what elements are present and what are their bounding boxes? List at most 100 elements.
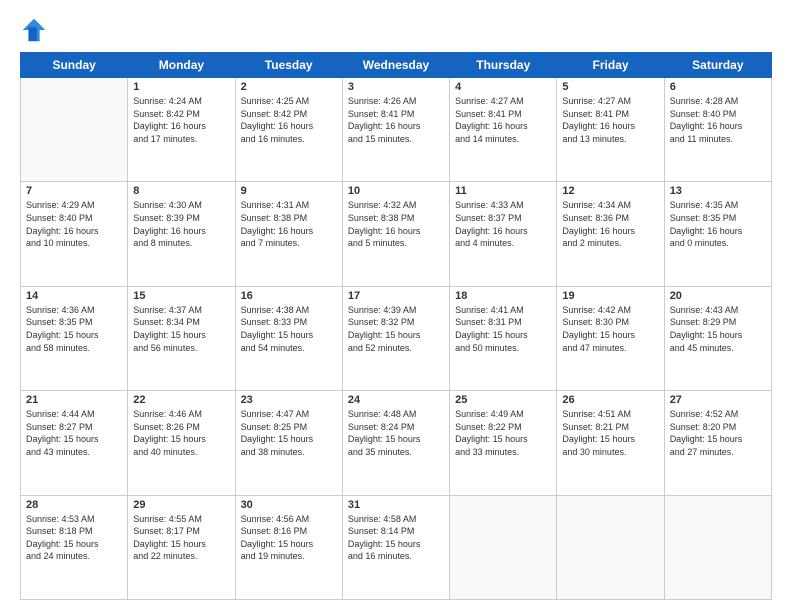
calendar-cell: 22 Sunrise: 4:46 AM Sunset: 8:26 PM Dayli…: [128, 391, 235, 495]
day-number: 18: [455, 290, 551, 302]
day-info: Sunrise: 4:58 AM Sunset: 8:14 PM Dayligh…: [348, 513, 444, 563]
day-info: Sunrise: 4:51 AM Sunset: 8:21 PM Dayligh…: [562, 408, 658, 458]
day-info: Sunrise: 4:33 AM Sunset: 8:37 PM Dayligh…: [455, 199, 551, 249]
day-number: 8: [133, 185, 229, 197]
day-number: 14: [26, 290, 122, 302]
week-row-3: 14Sunrise: 4:36 AM Sunset: 8:35 PM Dayli…: [21, 286, 772, 390]
calendar-cell: 14Sunrise: 4:36 AM Sunset: 8:35 PM Dayli…: [21, 286, 128, 390]
header-row: SundayMondayTuesdayWednesdayThursdayFrid…: [21, 53, 772, 78]
day-info: Sunrise: 4:41 AM Sunset: 8:31 PM Dayligh…: [455, 304, 551, 354]
day-info: Sunrise: 4:26 AM Sunset: 8:41 PM Dayligh…: [348, 95, 444, 145]
day-info: Sunrise: 4:34 AM Sunset: 8:36 PM Dayligh…: [562, 199, 658, 249]
calendar-cell: 13Sunrise: 4:35 AM Sunset: 8:35 PM Dayli…: [664, 182, 771, 286]
day-number: 7: [26, 185, 122, 197]
calendar-cell: 17 Sunrise: 4:39 AM Sunset: 8:32 PM Dayli…: [342, 286, 449, 390]
calendar-cell: 12 Sunrise: 4:34 AM Sunset: 8:36 PM Dayli…: [557, 182, 664, 286]
day-number: 21: [26, 394, 122, 406]
day-number: 25: [455, 394, 551, 406]
calendar-cell: 16 Sunrise: 4:38 AM Sunset: 8:33 PM Dayli…: [235, 286, 342, 390]
day-info: Sunrise: 4:44 AM Sunset: 8:27 PM Dayligh…: [26, 408, 122, 458]
day-number: 28: [26, 499, 122, 511]
calendar-cell: 28 Sunrise: 4:53 AM Sunset: 8:18 PM Dayli…: [21, 495, 128, 599]
calendar-cell: 31 Sunrise: 4:58 AM Sunset: 8:14 PM Dayli…: [342, 495, 449, 599]
calendar-cell: 5 Sunrise: 4:27 AM Sunset: 8:41 PM Daylig…: [557, 78, 664, 182]
day-number: 24: [348, 394, 444, 406]
day-info: Sunrise: 4:55 AM Sunset: 8:17 PM Dayligh…: [133, 513, 229, 563]
header-cell-monday: Monday: [128, 53, 235, 78]
day-number: 16: [241, 290, 337, 302]
day-number: 22: [133, 394, 229, 406]
calendar-cell: 20 Sunrise: 4:43 AM Sunset: 8:29 PM Dayli…: [664, 286, 771, 390]
day-number: 31: [348, 499, 444, 511]
header-cell-wednesday: Wednesday: [342, 53, 449, 78]
day-info: Sunrise: 4:29 AM Sunset: 8:40 PM Dayligh…: [26, 199, 122, 249]
calendar-cell: 30 Sunrise: 4:56 AM Sunset: 8:16 PM Dayli…: [235, 495, 342, 599]
calendar: SundayMondayTuesdayWednesdayThursdayFrid…: [20, 52, 772, 600]
day-number: 4: [455, 81, 551, 93]
day-number: 5: [562, 81, 658, 93]
calendar-cell: 21 Sunrise: 4:44 AM Sunset: 8:27 PM Dayli…: [21, 391, 128, 495]
day-info: Sunrise: 4:39 AM Sunset: 8:32 PM Dayligh…: [348, 304, 444, 354]
day-number: 2: [241, 81, 337, 93]
calendar-cell: [557, 495, 664, 599]
day-info: Sunrise: 4:28 AM Sunset: 8:40 PM Dayligh…: [670, 95, 766, 145]
calendar-cell: 2Sunrise: 4:25 AM Sunset: 8:42 PM Daylig…: [235, 78, 342, 182]
calendar-cell: 23 Sunrise: 4:47 AM Sunset: 8:25 PM Dayli…: [235, 391, 342, 495]
calendar-cell: [21, 78, 128, 182]
day-number: 9: [241, 185, 337, 197]
day-number: 11: [455, 185, 551, 197]
day-info: Sunrise: 4:56 AM Sunset: 8:16 PM Dayligh…: [241, 513, 337, 563]
day-info: Sunrise: 4:27 AM Sunset: 8:41 PM Dayligh…: [562, 95, 658, 145]
calendar-cell: 29 Sunrise: 4:55 AM Sunset: 8:17 PM Dayli…: [128, 495, 235, 599]
day-info: Sunrise: 4:31 AM Sunset: 8:38 PM Dayligh…: [241, 199, 337, 249]
calendar-cell: 3 Sunrise: 4:26 AM Sunset: 8:41 PM Daylig…: [342, 78, 449, 182]
day-number: 3: [348, 81, 444, 93]
day-number: 12: [562, 185, 658, 197]
calendar-cell: 15 Sunrise: 4:37 AM Sunset: 8:34 PM Dayli…: [128, 286, 235, 390]
day-info: Sunrise: 4:35 AM Sunset: 8:35 PM Dayligh…: [670, 199, 766, 249]
week-row-2: 7 Sunrise: 4:29 AM Sunset: 8:40 PM Daylig…: [21, 182, 772, 286]
day-number: 29: [133, 499, 229, 511]
week-row-5: 28 Sunrise: 4:53 AM Sunset: 8:18 PM Dayli…: [21, 495, 772, 599]
day-info: Sunrise: 4:42 AM Sunset: 8:30 PM Dayligh…: [562, 304, 658, 354]
day-info: Sunrise: 4:27 AM Sunset: 8:41 PM Dayligh…: [455, 95, 551, 145]
day-number: 17: [348, 290, 444, 302]
day-info: Sunrise: 4:38 AM Sunset: 8:33 PM Dayligh…: [241, 304, 337, 354]
calendar-cell: 19Sunrise: 4:42 AM Sunset: 8:30 PM Dayli…: [557, 286, 664, 390]
calendar-cell: 9 Sunrise: 4:31 AM Sunset: 8:38 PM Daylig…: [235, 182, 342, 286]
calendar-cell: 6Sunrise: 4:28 AM Sunset: 8:40 PM Daylig…: [664, 78, 771, 182]
calendar-cell: 1Sunrise: 4:24 AM Sunset: 8:42 PM Daylig…: [128, 78, 235, 182]
day-info: Sunrise: 4:49 AM Sunset: 8:22 PM Dayligh…: [455, 408, 551, 458]
day-number: 23: [241, 394, 337, 406]
day-number: 1: [133, 81, 229, 93]
day-info: Sunrise: 4:43 AM Sunset: 8:29 PM Dayligh…: [670, 304, 766, 354]
header-cell-sunday: Sunday: [21, 53, 128, 78]
header: [20, 16, 772, 44]
calendar-cell: 26 Sunrise: 4:51 AM Sunset: 8:21 PM Dayli…: [557, 391, 664, 495]
week-row-4: 21 Sunrise: 4:44 AM Sunset: 8:27 PM Dayli…: [21, 391, 772, 495]
day-number: 15: [133, 290, 229, 302]
day-info: Sunrise: 4:47 AM Sunset: 8:25 PM Dayligh…: [241, 408, 337, 458]
day-number: 26: [562, 394, 658, 406]
calendar-cell: 10Sunrise: 4:32 AM Sunset: 8:38 PM Dayli…: [342, 182, 449, 286]
calendar-cell: 4 Sunrise: 4:27 AM Sunset: 8:41 PM Daylig…: [450, 78, 557, 182]
calendar-cell: 11 Sunrise: 4:33 AM Sunset: 8:37 PM Dayli…: [450, 182, 557, 286]
header-cell-tuesday: Tuesday: [235, 53, 342, 78]
week-row-1: 1Sunrise: 4:24 AM Sunset: 8:42 PM Daylig…: [21, 78, 772, 182]
day-info: Sunrise: 4:53 AM Sunset: 8:18 PM Dayligh…: [26, 513, 122, 563]
calendar-cell: 7 Sunrise: 4:29 AM Sunset: 8:40 PM Daylig…: [21, 182, 128, 286]
day-number: 27: [670, 394, 766, 406]
day-number: 20: [670, 290, 766, 302]
calendar-cell: 25 Sunrise: 4:49 AM Sunset: 8:22 PM Dayli…: [450, 391, 557, 495]
day-info: Sunrise: 4:46 AM Sunset: 8:26 PM Dayligh…: [133, 408, 229, 458]
day-info: Sunrise: 4:52 AM Sunset: 8:20 PM Dayligh…: [670, 408, 766, 458]
day-info: Sunrise: 4:32 AM Sunset: 8:38 PM Dayligh…: [348, 199, 444, 249]
day-info: Sunrise: 4:48 AM Sunset: 8:24 PM Dayligh…: [348, 408, 444, 458]
day-info: Sunrise: 4:30 AM Sunset: 8:39 PM Dayligh…: [133, 199, 229, 249]
header-cell-friday: Friday: [557, 53, 664, 78]
day-number: 30: [241, 499, 337, 511]
logo: [20, 16, 50, 44]
header-cell-thursday: Thursday: [450, 53, 557, 78]
day-info: Sunrise: 4:37 AM Sunset: 8:34 PM Dayligh…: [133, 304, 229, 354]
calendar-cell: 27 Sunrise: 4:52 AM Sunset: 8:20 PM Dayli…: [664, 391, 771, 495]
